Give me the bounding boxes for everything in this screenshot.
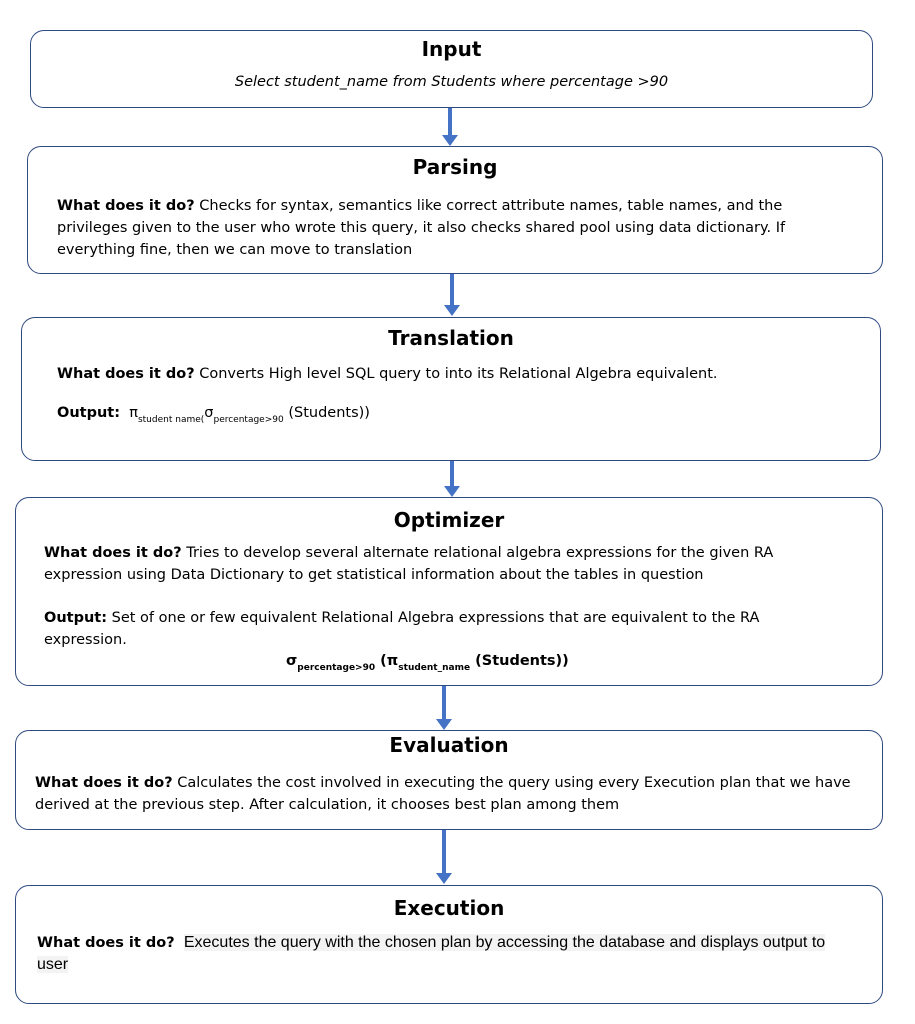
- evaluation-box: Evaluation What does it do? Calculates t…: [15, 730, 883, 830]
- optimizer-output: Output: Set of one or few equivalent Rel…: [44, 610, 760, 648]
- translation-title: Translation: [388, 326, 514, 350]
- optimizer-box: Optimizer What does it do? Tries to deve…: [15, 497, 883, 686]
- arrow-5: [436, 830, 452, 884]
- parsing-title: Parsing: [412, 155, 498, 179]
- optimizer-expression: σpercentage>90 (πstudent_name (Students)…: [286, 653, 569, 673]
- arrow-1: [442, 108, 458, 146]
- optimizer-title: Optimizer: [393, 508, 505, 532]
- parsing-box: Parsing What does it do? Checks for synt…: [27, 146, 883, 274]
- translation-output: Output: πstudent name(σpercentage>90 (St…: [57, 405, 370, 425]
- evaluation-description: What does it do? Calculates the cost inv…: [35, 775, 851, 813]
- arrow-4: [436, 686, 452, 730]
- arrow-2: [444, 274, 460, 316]
- input-title: Input: [421, 37, 482, 61]
- execution-description: What does it do? Executes the query with…: [37, 934, 826, 973]
- execution-title: Execution: [393, 896, 505, 920]
- translation-box: Translation What does it do? Converts Hi…: [21, 317, 881, 461]
- translation-description: What does it do? Converts High level SQL…: [57, 366, 718, 382]
- optimizer-description: What does it do? Tries to develop severa…: [44, 545, 774, 583]
- execution-box: Execution What does it do? Executes the …: [15, 885, 883, 1004]
- evaluation-title: Evaluation: [389, 733, 509, 757]
- input-query: Select student_name from Students where …: [234, 74, 669, 90]
- parsing-description: What does it do? Checks for syntax, sema…: [57, 198, 786, 258]
- input-box: Input Select student_name from Students …: [30, 30, 873, 108]
- arrow-3: [444, 461, 460, 497]
